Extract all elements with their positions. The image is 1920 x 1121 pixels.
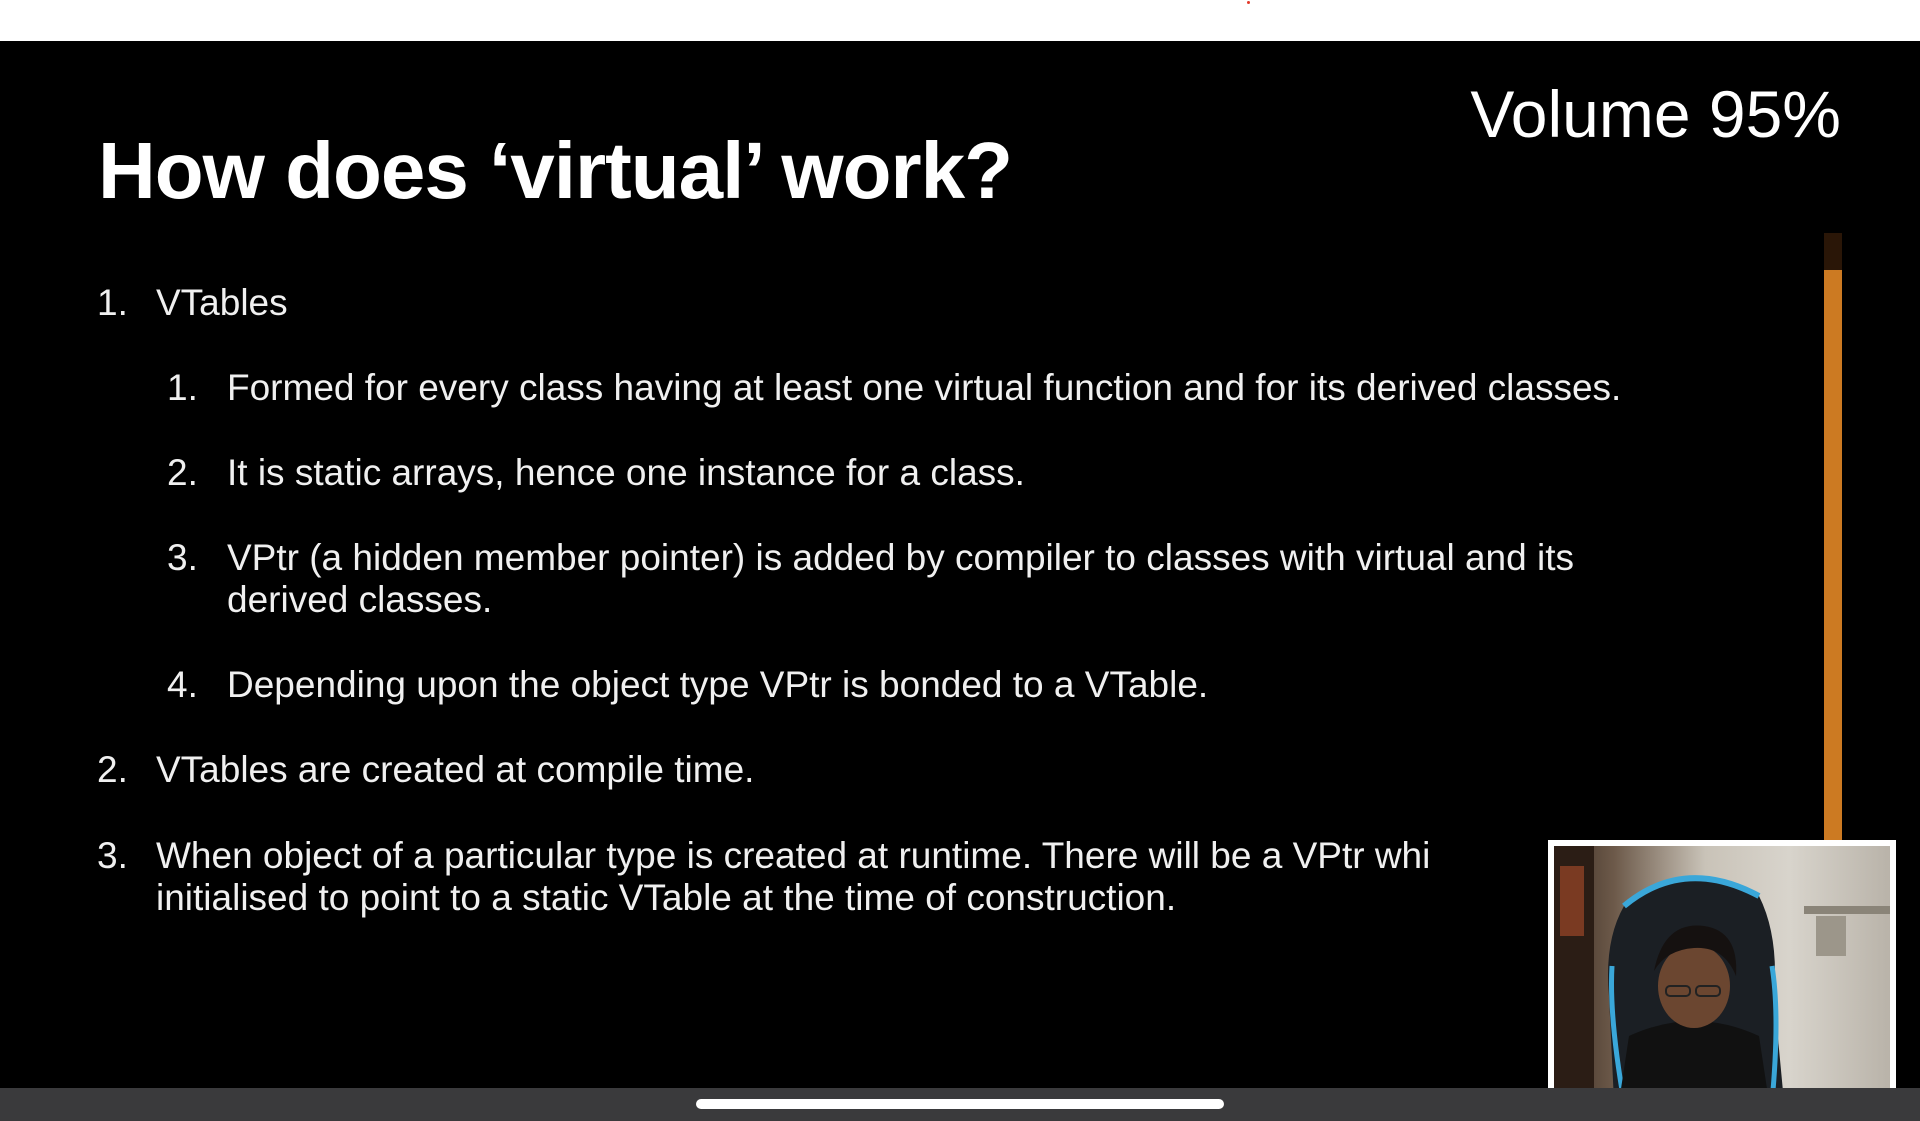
- list-number: 3.: [97, 835, 128, 876]
- list-text: It is static arrays, hence one instance …: [227, 452, 1025, 493]
- list-text: VTables are created at compile time.: [156, 749, 755, 790]
- volume-label: Volume 95%: [1470, 77, 1841, 151]
- presenter-illustration: [1554, 846, 1890, 1102]
- screen: How does ‘virtual’ work? Volume 95% 1. V…: [0, 0, 1920, 1121]
- list-number: 2.: [97, 749, 128, 790]
- list-number: 1.: [167, 367, 198, 408]
- list-text: VTables: [156, 282, 288, 323]
- list-text: Depending upon the object type VPtr is b…: [227, 664, 1209, 705]
- list-number: 4.: [167, 664, 198, 705]
- webcam-overlay[interactable]: [1548, 840, 1896, 1108]
- slide-title: How does ‘virtual’ work?: [98, 126, 1013, 215]
- recording-dot-icon: [1247, 1, 1250, 4]
- home-indicator[interactable]: [696, 1099, 1224, 1109]
- list-number: 3.: [167, 537, 198, 578]
- list-number: 2.: [167, 452, 198, 493]
- presenter-video-icon: [1554, 846, 1890, 1102]
- list-text-line-2: initialised to point to a static VTable …: [156, 877, 1177, 918]
- list-text-line-1: When object of a particular type is crea…: [156, 835, 1431, 876]
- list-text-line-1: VPtr (a hidden member pointer) is added …: [227, 537, 1574, 578]
- list-text: Formed for every class having at least o…: [227, 367, 1622, 408]
- list-text-line-2: derived classes.: [227, 579, 493, 620]
- top-status-bar: [0, 0, 1920, 41]
- list-number: 1.: [97, 282, 128, 323]
